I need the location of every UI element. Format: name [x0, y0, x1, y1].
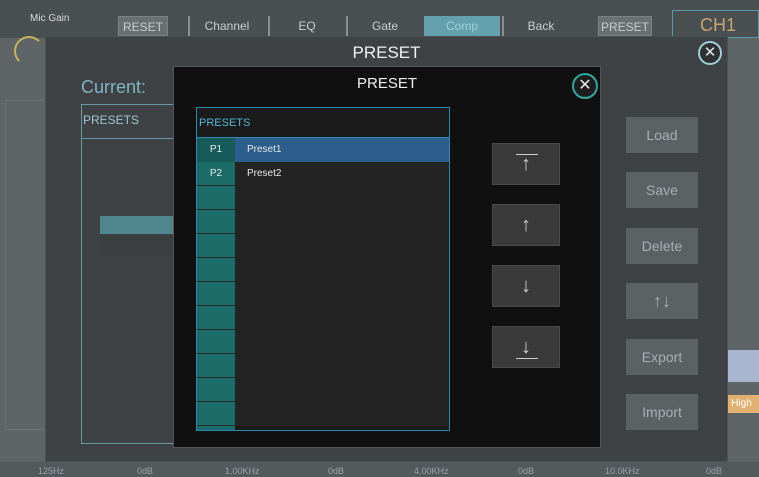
preset-index	[197, 210, 235, 234]
preset-index	[197, 282, 235, 306]
close-icon: ✕	[703, 44, 717, 61]
mic-gain-knob[interactable]	[14, 36, 44, 66]
save-button[interactable]: Save	[626, 172, 698, 208]
high-tag[interactable]: High	[724, 395, 759, 413]
preset-name	[235, 354, 449, 378]
preset-dialog: PRESET ✕ PRESETS P1 Preset1 P2 Preset2 ↑ ↑ …	[173, 66, 601, 448]
table-row[interactable]	[197, 330, 449, 354]
move-to-top-button[interactable]: ↑	[492, 143, 560, 185]
preset-name: Preset1	[235, 138, 449, 162]
table-row[interactable]	[197, 186, 449, 210]
channel-label: CH1	[672, 10, 759, 38]
top-bar-mark	[516, 154, 538, 155]
back-button[interactable]: Back	[502, 16, 578, 36]
preset-index	[197, 330, 235, 354]
gain-label: 0dB	[706, 466, 723, 476]
table-row[interactable]: P2 Preset2	[197, 162, 449, 186]
dialog-close-button[interactable]: ✕	[572, 73, 598, 99]
table-row[interactable]	[197, 306, 449, 330]
table-row[interactable]	[197, 378, 449, 402]
preset-index	[197, 258, 235, 282]
left-strip	[5, 100, 47, 430]
preset-name	[235, 234, 449, 258]
table-row[interactable]	[197, 354, 449, 378]
mic-gain-label: Mic Gain	[30, 13, 70, 24]
preset-index: P2	[209, 168, 223, 179]
gain-label: 0dB	[137, 466, 154, 476]
preset-name	[235, 306, 449, 330]
move-down-button[interactable]: ↓	[492, 265, 560, 307]
table-row[interactable]	[197, 234, 449, 258]
move-to-top-icon: ↑	[521, 153, 531, 175]
preset-button[interactable]: PRESET	[598, 16, 652, 36]
preset-index	[197, 378, 235, 402]
preset-name	[235, 282, 449, 306]
tab-channel[interactable]: Channel	[188, 16, 264, 36]
export-button[interactable]: Export	[626, 339, 698, 375]
freq-label: 4.00KHz	[414, 466, 449, 476]
preset-name	[235, 210, 449, 234]
preset-index	[197, 402, 235, 426]
import-button[interactable]: Import	[626, 394, 698, 430]
table-row[interactable]	[197, 210, 449, 234]
preset-index	[197, 306, 235, 330]
preset-name: Preset2	[235, 162, 449, 186]
preset-index	[197, 354, 235, 378]
move-up-button[interactable]: ↑	[492, 204, 560, 246]
reset-button[interactable]: RESET	[118, 16, 168, 36]
preset-name	[235, 186, 449, 210]
preset-name	[235, 378, 449, 402]
tab-eq[interactable]: EQ	[268, 16, 344, 36]
tab-comp[interactable]: Comp	[424, 16, 500, 36]
table-row[interactable]	[197, 402, 449, 426]
bottom-bar	[0, 462, 759, 477]
move-to-bottom-button[interactable]: ↓	[492, 326, 560, 368]
move-down-icon: ↓	[521, 275, 531, 297]
table-row[interactable]: P1 Preset1	[197, 138, 449, 162]
freq-label: 1.00KHz	[225, 466, 260, 476]
table-row[interactable]	[197, 258, 449, 282]
preset-name	[235, 258, 449, 282]
presets-list-header: PRESETS	[197, 108, 449, 138]
freq-label: 125Hz	[38, 466, 65, 476]
table-row[interactable]	[197, 282, 449, 306]
gain-label: 0dB	[518, 466, 535, 476]
panel-title: PRESET	[352, 43, 421, 62]
close-icon: ✕	[578, 77, 592, 94]
delete-button[interactable]: Delete	[626, 228, 698, 264]
dialog-title: PRESET	[356, 75, 417, 92]
panel-close-button[interactable]: ✕	[698, 41, 722, 65]
tab-gate[interactable]: Gate	[346, 16, 422, 36]
load-button[interactable]: Load	[626, 117, 698, 153]
right-strip-block	[727, 350, 759, 382]
move-to-bottom-icon: ↓	[521, 336, 531, 358]
current-label: Current:	[81, 77, 147, 97]
gain-label: 0dB	[328, 466, 345, 476]
preset-index	[197, 234, 235, 258]
preset-index	[197, 186, 235, 210]
preset-name	[235, 330, 449, 354]
bottom-bar-mark	[516, 358, 538, 359]
presets-list[interactable]: PRESETS P1 Preset1 P2 Preset2	[196, 107, 450, 431]
swap-button[interactable]: ↑↓	[626, 283, 698, 319]
preset-name	[235, 402, 449, 426]
preset-index: P1	[197, 138, 235, 162]
freq-label: 10.0KHz	[605, 466, 640, 476]
move-up-icon: ↑	[521, 214, 531, 236]
